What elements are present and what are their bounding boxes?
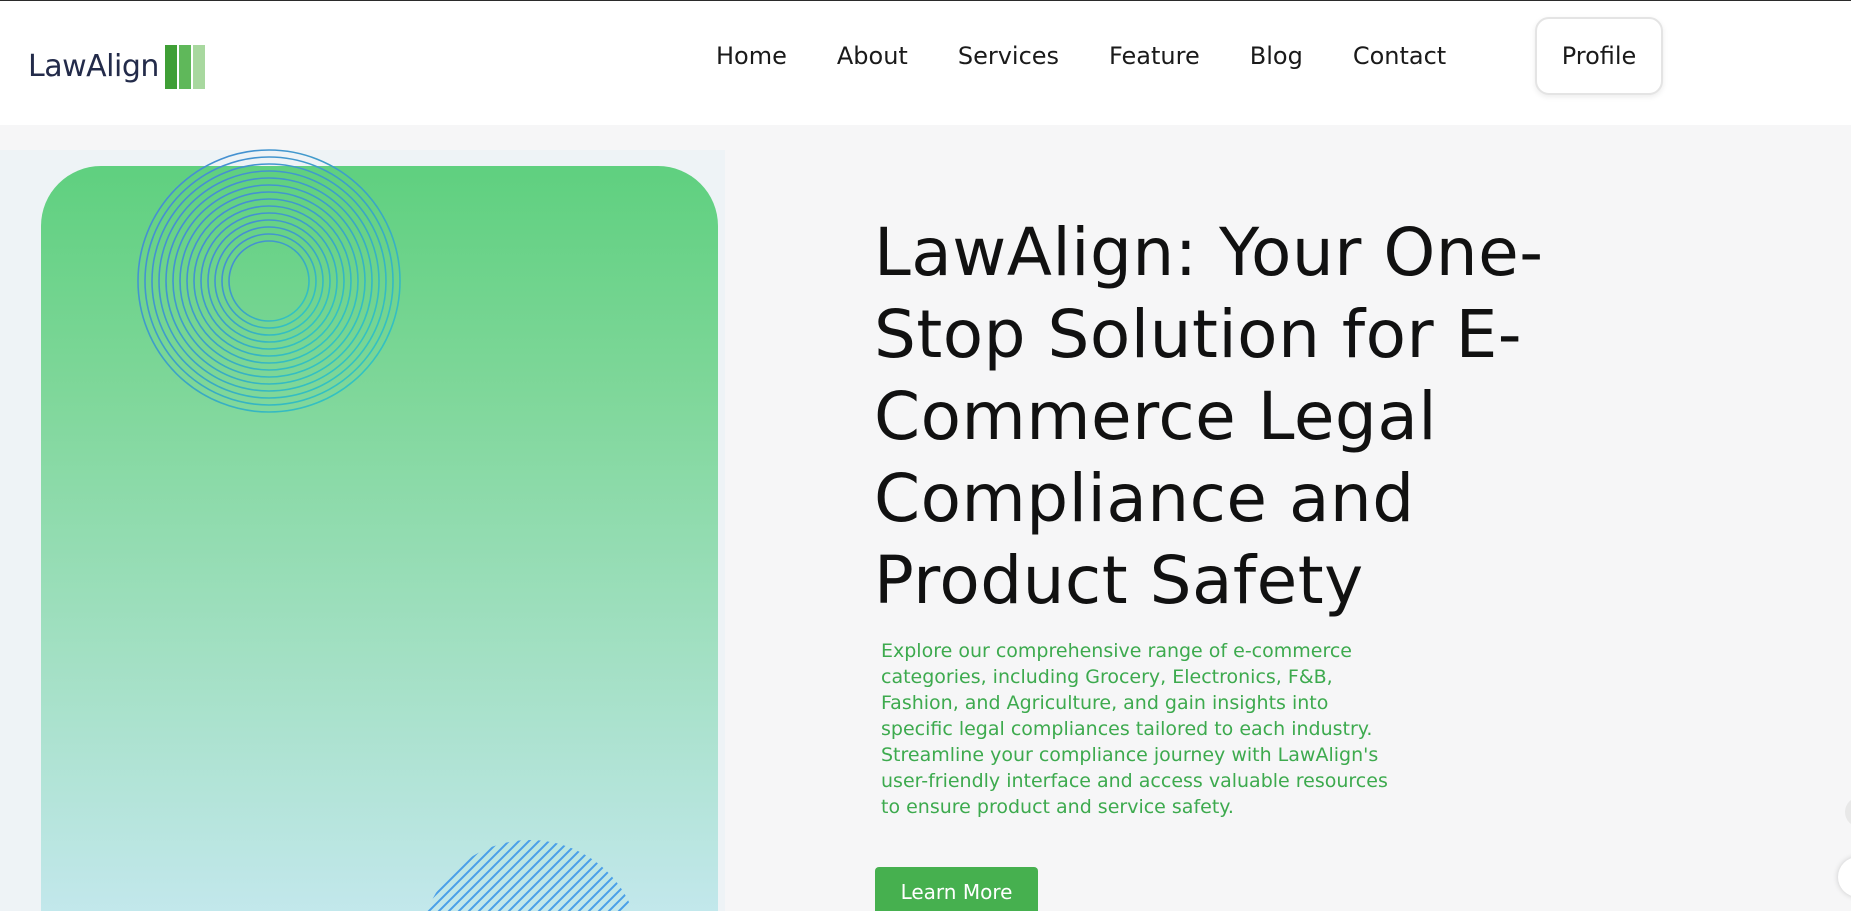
page: LawAlign Home About Services Feature Blo…: [0, 0, 1851, 911]
logo-bars-icon: [164, 45, 205, 89]
scroll-indicator-dot: [1845, 797, 1851, 827]
hero-title: LawAlign: Your One-Stop Solution for E-C…: [874, 214, 1544, 619]
logo[interactable]: LawAlign: [28, 45, 205, 89]
logo-text: LawAlign: [28, 49, 159, 84]
logo-bar-1: [164, 45, 177, 89]
nav-home[interactable]: Home: [716, 42, 787, 70]
logo-bar-2: [178, 45, 191, 89]
nav-services[interactable]: Services: [958, 42, 1059, 70]
logo-bar-3: [192, 45, 205, 89]
nav-about[interactable]: About: [837, 42, 908, 70]
nav-contact[interactable]: Contact: [1353, 42, 1446, 70]
nav-feature[interactable]: Feature: [1109, 42, 1200, 70]
nav-blog[interactable]: Blog: [1250, 42, 1303, 70]
main-nav: Home About Services Feature Blog Contact: [716, 17, 1496, 95]
concentric-rings-icon: [137, 149, 401, 413]
learn-more-button[interactable]: Learn More: [875, 867, 1038, 911]
site-header: LawAlign Home About Services Feature Blo…: [0, 1, 1851, 125]
diagonal-stripes-icon: [420, 840, 640, 911]
profile-button[interactable]: Profile: [1535, 17, 1663, 95]
floating-action-button[interactable]: [1838, 857, 1851, 897]
hero-description: Explore our comprehensive range of e-com…: [881, 640, 1388, 818]
